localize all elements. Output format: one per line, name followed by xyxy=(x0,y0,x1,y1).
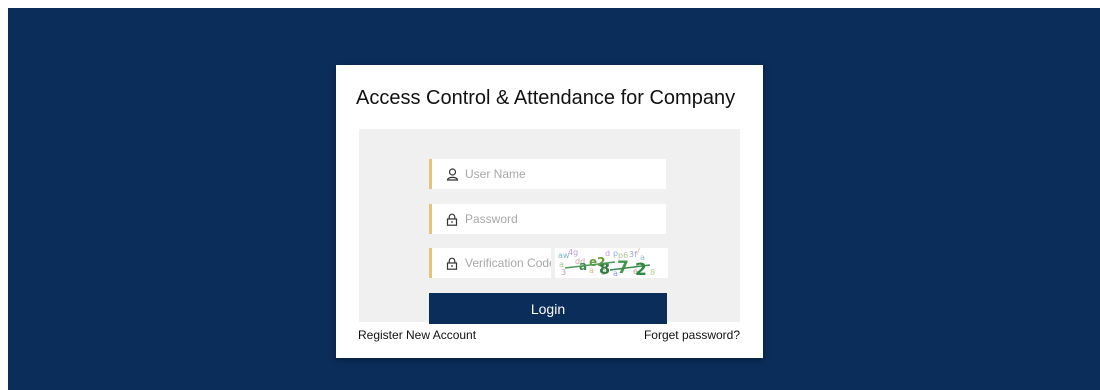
register-link[interactable]: Register New Account xyxy=(358,328,476,342)
login-card: Access Control & Attendance for Company xyxy=(336,65,763,358)
user-icon xyxy=(445,167,459,181)
username-input[interactable] xyxy=(465,167,666,181)
svg-text:d: d xyxy=(605,249,610,258)
svg-text:8: 8 xyxy=(650,268,655,277)
verification-field[interactable] xyxy=(429,248,551,278)
forgot-password-link[interactable]: Forget password? xyxy=(644,328,740,342)
username-field[interactable] xyxy=(429,159,666,189)
login-button[interactable]: Login xyxy=(429,293,667,324)
page-title: Access Control & Attendance for Company xyxy=(356,87,736,109)
svg-text:4g: 4g xyxy=(568,248,578,257)
svg-text:8: 8 xyxy=(599,259,610,278)
login-form: aw 4g a dd d p p6 3f / a 3 a 3 a e 8 xyxy=(359,129,740,324)
svg-text:2: 2 xyxy=(635,260,647,278)
password-input[interactable] xyxy=(465,212,666,226)
password-field[interactable] xyxy=(429,204,666,234)
lock-icon xyxy=(445,256,459,270)
captcha-image[interactable]: aw 4g a dd d p p6 3f / a 3 a 3 a e 8 e2 … xyxy=(555,247,668,280)
svg-text:3f: 3f xyxy=(629,250,637,259)
svg-text:3: 3 xyxy=(561,268,566,277)
verification-input[interactable] xyxy=(465,256,551,270)
lock-icon xyxy=(445,212,459,226)
